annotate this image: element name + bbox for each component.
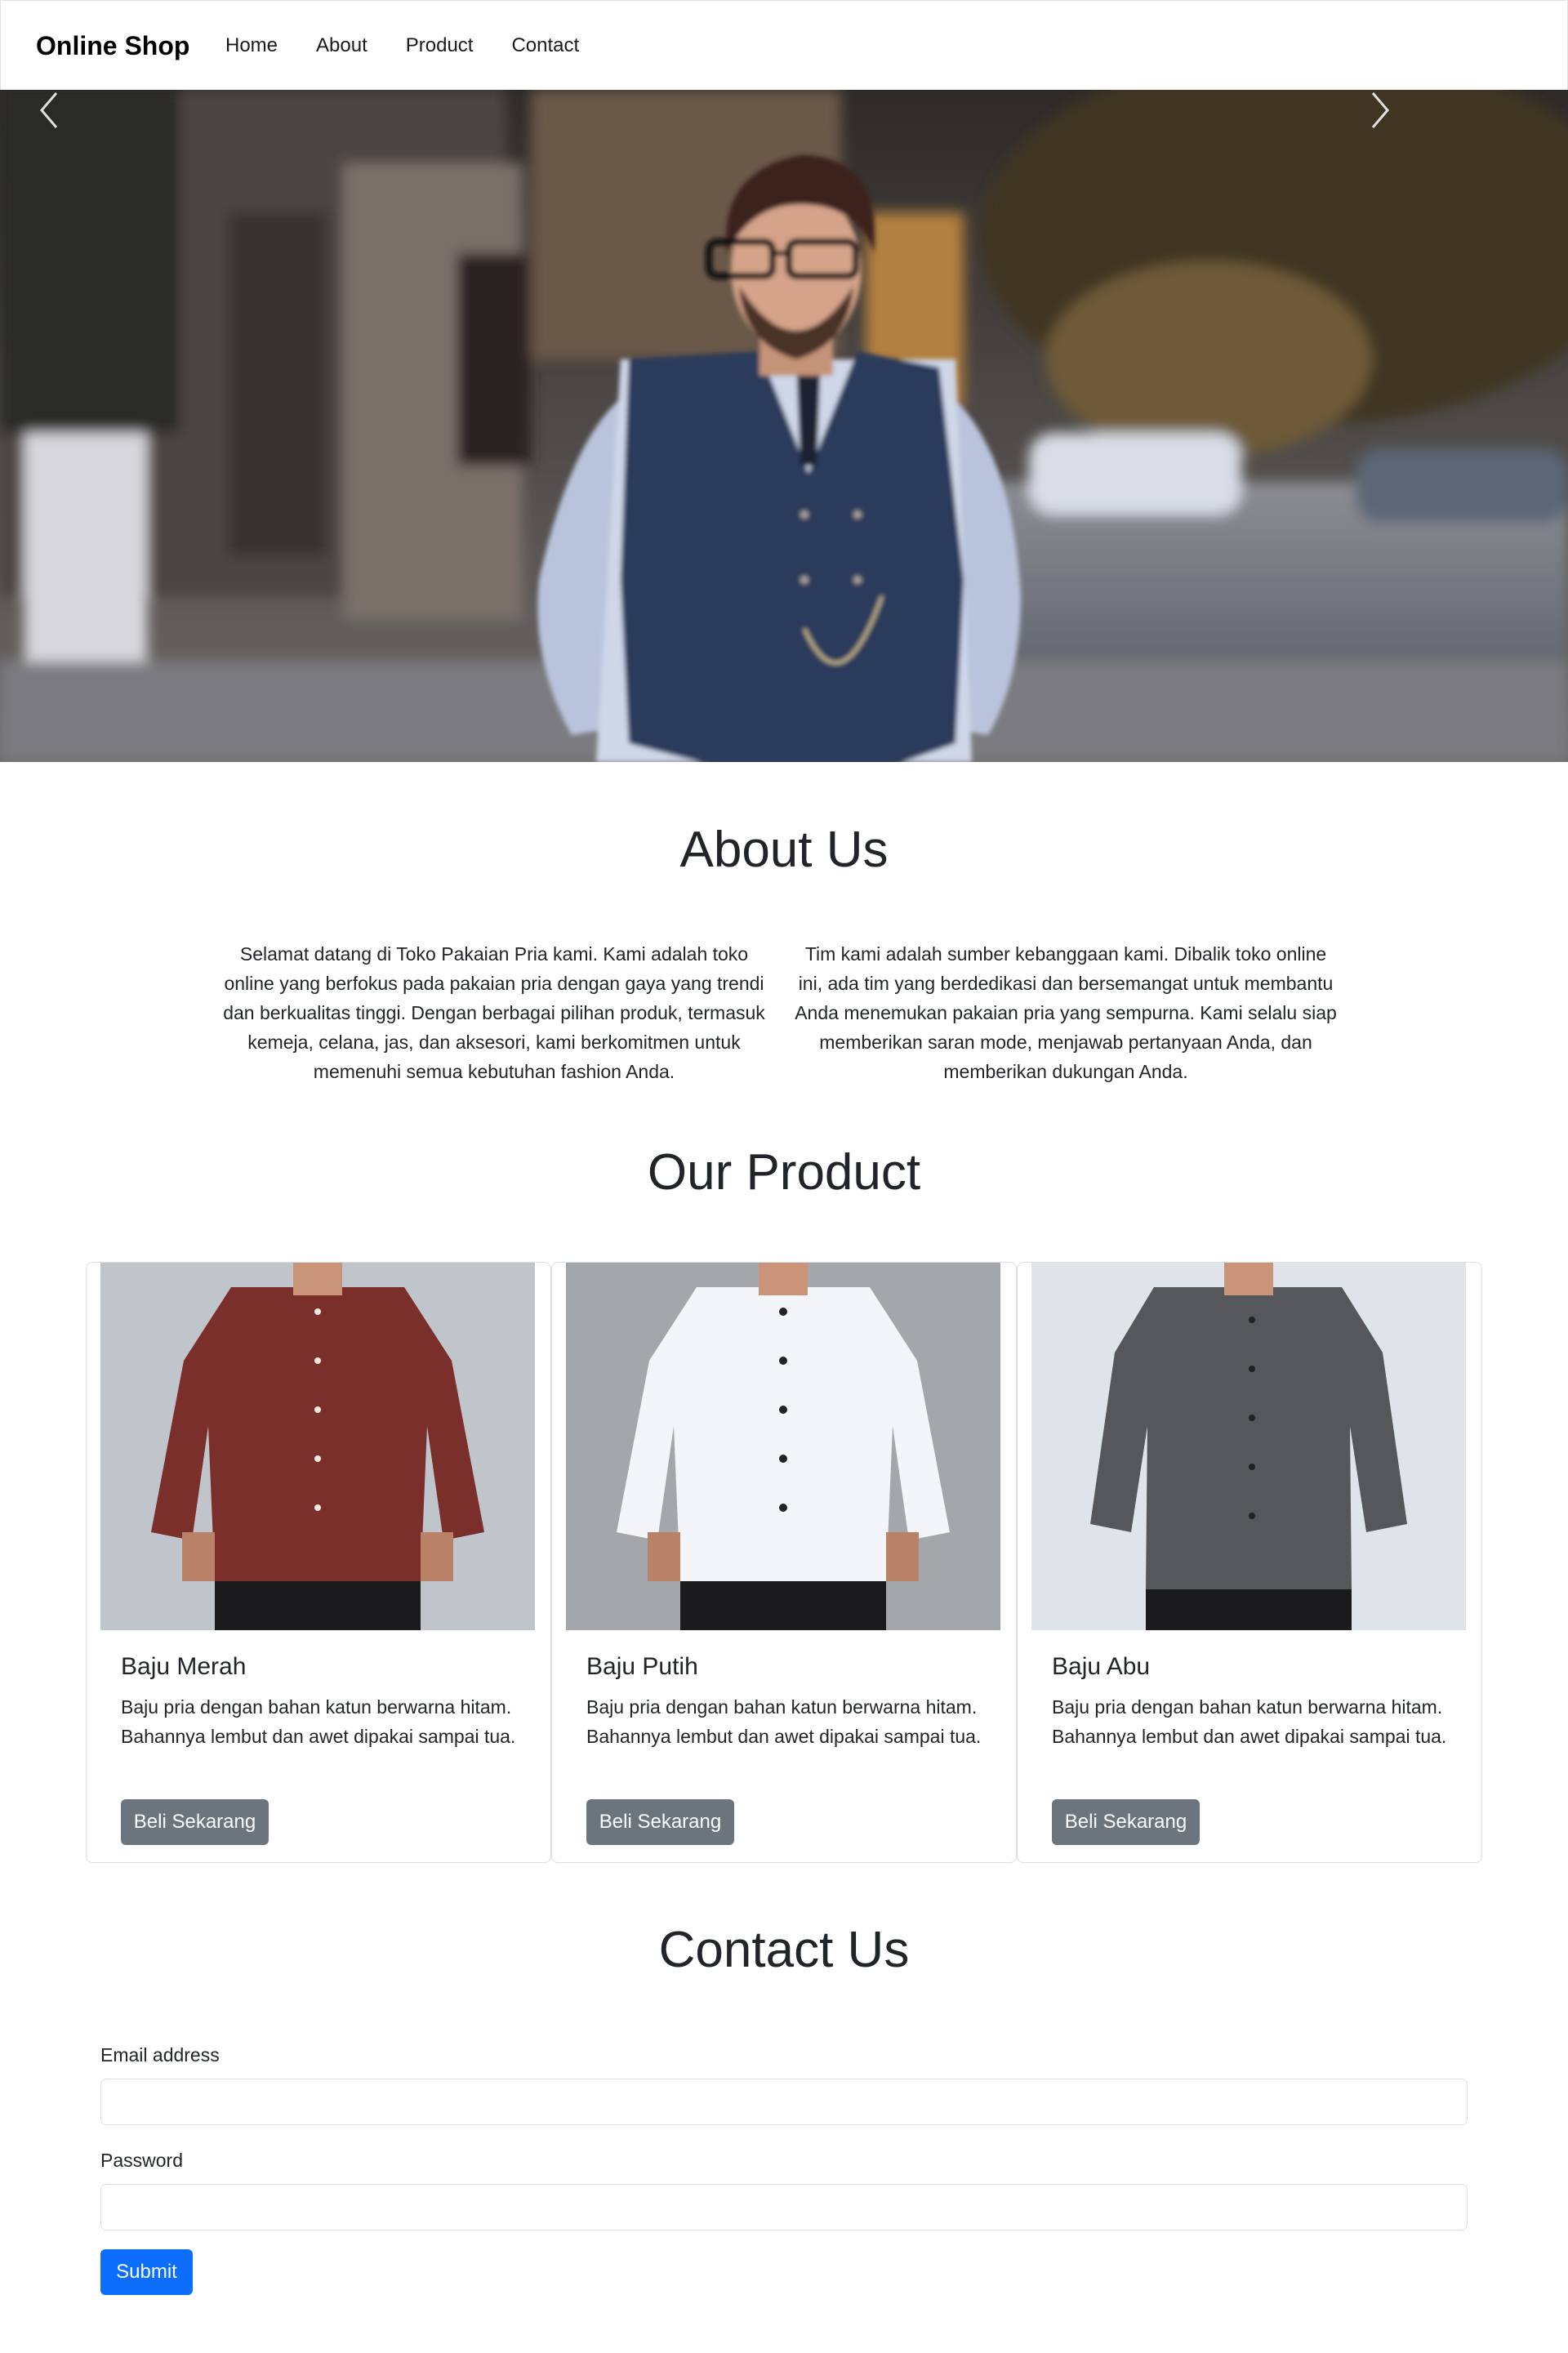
product-title: Our Product bbox=[647, 1144, 921, 1201]
email-label: Email address bbox=[100, 2044, 220, 2066]
navbar: Online Shop Home About Product Contact bbox=[0, 0, 1568, 90]
hero-image bbox=[0, 90, 1568, 762]
about-paragraph-left: Selamat datang di Toko Pakaian Pria kami… bbox=[223, 943, 765, 1082]
shirt-photo bbox=[100, 1263, 535, 1630]
carousel-prev-button[interactable] bbox=[37, 90, 200, 762]
product-name: Baju Abu bbox=[1052, 1653, 1151, 1680]
nav-links: Home About Product Contact bbox=[225, 1, 617, 91]
chevron-left-icon bbox=[40, 92, 58, 128]
product-image bbox=[566, 1263, 1000, 1630]
about-paragraph-right: Tim kami adalah sumber kebanggaan kami. … bbox=[795, 943, 1337, 1082]
product-description: Baju pria dengan bahan katun berwarna hi… bbox=[586, 1696, 982, 1747]
shirt-photo bbox=[1031, 1263, 1466, 1630]
product-card: Baju Putih Baju pria dengan bahan katun … bbox=[551, 1262, 1017, 1863]
shirt-photo bbox=[566, 1263, 1000, 1630]
product-name: Baju Merah bbox=[121, 1653, 247, 1680]
chevron-right-icon bbox=[1371, 92, 1389, 128]
nav-link-product[interactable]: Product bbox=[406, 34, 474, 57]
product-card: Baju Abu Baju pria dengan bahan katun be… bbox=[1017, 1262, 1482, 1863]
product-card: Baju Merah Baju pria dengan bahan katun … bbox=[86, 1262, 551, 1863]
email-field[interactable] bbox=[100, 2079, 1468, 2125]
nav-link-contact[interactable]: Contact bbox=[511, 34, 579, 57]
product-description: Baju pria dengan bahan katun berwarna hi… bbox=[1052, 1696, 1447, 1747]
brand-logo[interactable]: Online Shop bbox=[36, 1, 189, 91]
nav-link-home[interactable]: Home bbox=[225, 34, 278, 57]
buy-now-button[interactable]: Beli Sekarang bbox=[1052, 1799, 1200, 1845]
hero-carousel bbox=[0, 90, 1568, 762]
product-name: Baju Putih bbox=[586, 1653, 698, 1680]
contact-title: Contact Us bbox=[658, 1922, 910, 1978]
nav-link-about[interactable]: About bbox=[316, 34, 368, 57]
about-title: About Us bbox=[679, 822, 889, 878]
carousel-next-button[interactable] bbox=[1368, 90, 1531, 762]
buy-now-button[interactable]: Beli Sekarang bbox=[121, 1799, 269, 1845]
password-label: Password bbox=[100, 2150, 183, 2171]
submit-button[interactable]: Submit bbox=[100, 2249, 193, 2295]
product-image bbox=[1031, 1263, 1466, 1630]
password-field[interactable] bbox=[100, 2184, 1468, 2230]
buy-now-button[interactable]: Beli Sekarang bbox=[586, 1799, 734, 1845]
product-description: Baju pria dengan bahan katun berwarna hi… bbox=[121, 1696, 516, 1747]
product-image bbox=[100, 1263, 535, 1630]
